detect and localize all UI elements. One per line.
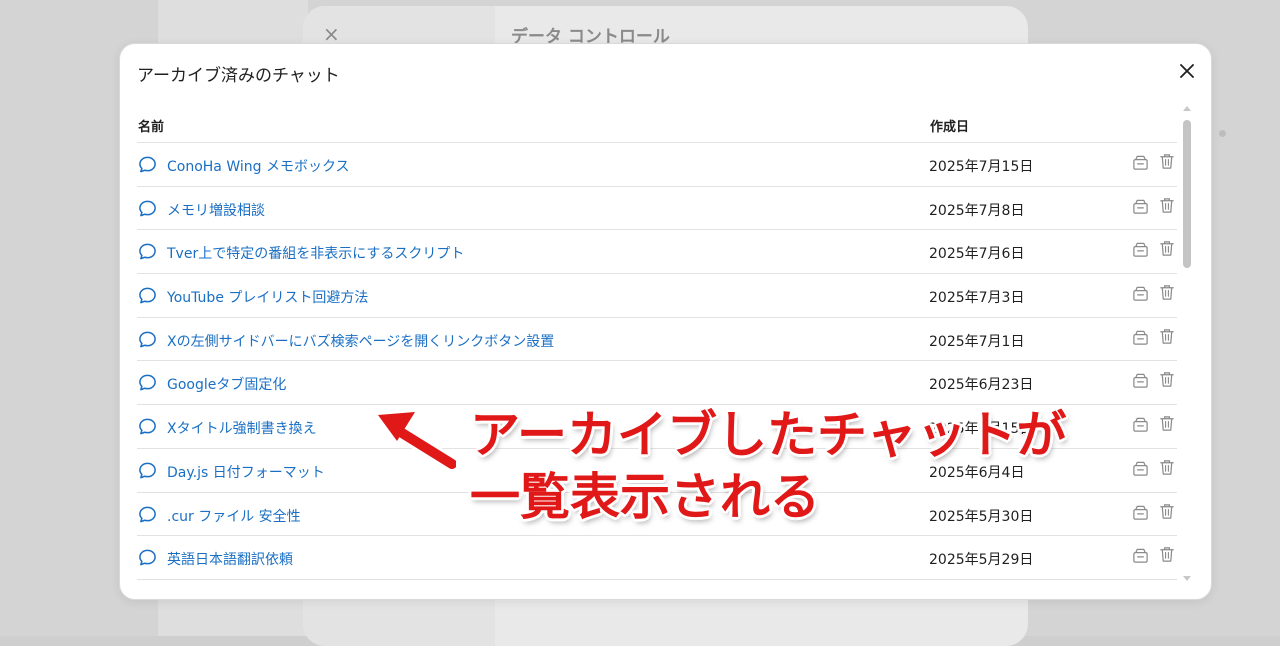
unarchive-icon[interactable] xyxy=(1132,329,1149,346)
chat-bubble-icon xyxy=(139,418,156,435)
table-row[interactable]: メモリ増設相談 2025年7月8日 xyxy=(137,187,1177,231)
chat-title-link[interactable]: メモリ増設相談 xyxy=(167,200,265,220)
chat-title-link[interactable]: YouTube プレイリスト回避方法 xyxy=(167,287,368,307)
chat-bubble-icon xyxy=(139,462,156,479)
chat-date: 2025年7月15日 xyxy=(929,159,1034,175)
chat-title-link[interactable]: ConoHa Wing メモボックス xyxy=(167,156,350,176)
column-header-date: 作成日 xyxy=(930,120,970,135)
chat-title-link[interactable]: 英語日本語翻訳依頼 xyxy=(167,549,293,569)
chat-date: 2025年7月6日 xyxy=(929,246,1025,263)
trash-icon[interactable] xyxy=(1159,153,1175,170)
scroll-down-arrow-icon[interactable] xyxy=(1183,576,1191,581)
trash-icon[interactable] xyxy=(1159,503,1175,520)
table-row[interactable]: 英語日本語翻訳依頼 2025年5月29日 xyxy=(137,536,1177,580)
chat-date: 2025年7月1日 xyxy=(929,333,1025,350)
chat-bubble-icon xyxy=(139,506,156,522)
scroll-up-arrow-icon[interactable] xyxy=(1183,106,1191,111)
trash-icon[interactable] xyxy=(1159,284,1175,301)
column-header-name: 名前 xyxy=(138,120,165,135)
trash-icon[interactable] xyxy=(1159,546,1175,563)
trash-icon[interactable] xyxy=(1159,328,1175,345)
trash-icon[interactable] xyxy=(1159,459,1175,476)
chat-bubble-icon xyxy=(139,243,156,260)
chat-title-link[interactable]: Day.js 日付フォーマット xyxy=(167,462,325,482)
chat-title-link[interactable]: Googleタブ固定化 xyxy=(167,374,286,394)
unarchive-icon[interactable] xyxy=(1132,372,1149,389)
table-row[interactable]: ConoHa Wing メモボックス 2025年7月15日 xyxy=(137,143,1177,187)
unarchive-icon[interactable] xyxy=(1132,547,1149,564)
chat-bubble-icon xyxy=(139,200,156,217)
chat-bubble-icon xyxy=(139,287,156,304)
chat-title-link[interactable]: Xの左側サイドバーにバズ検索ページを開くリンクボタン設置 xyxy=(167,331,554,351)
dialog-title: アーカイブ済みのチャット xyxy=(137,66,340,86)
unarchive-icon[interactable] xyxy=(1132,504,1149,521)
annotation-text: アーカイブしたチャットが 一覧表示される xyxy=(470,404,1090,528)
chat-title-link[interactable]: Xタイトル強制書き換え xyxy=(167,418,317,438)
trash-icon[interactable] xyxy=(1159,197,1175,214)
annotation-arrow-icon xyxy=(373,407,456,470)
chat-bubble-icon xyxy=(139,549,156,566)
table-header: 名前 作成日 xyxy=(137,104,1177,143)
scrollbar[interactable] xyxy=(1182,106,1192,581)
unarchive-icon[interactable] xyxy=(1132,285,1149,302)
close-icon xyxy=(1180,64,1194,78)
chat-bubble-icon xyxy=(139,375,156,391)
trash-icon[interactable] xyxy=(1159,371,1175,388)
chat-title-link[interactable]: .cur ファイル 安全性 xyxy=(167,506,301,526)
chat-date: 2025年7月3日 xyxy=(929,290,1025,307)
table-row[interactable]: Googleタブ固定化 2025年6月23日 xyxy=(137,361,1177,406)
close-button[interactable] xyxy=(1176,60,1198,82)
table-row[interactable]: Xの左側サイドバーにバズ検索ページを開くリンクボタン設置 2025年7月1日 xyxy=(137,318,1177,362)
chat-bubble-icon xyxy=(139,331,156,348)
unarchive-icon[interactable] xyxy=(1132,154,1149,171)
unarchive-icon[interactable] xyxy=(1132,241,1149,258)
chat-date: 2025年6月23日 xyxy=(929,377,1034,394)
annotation-line-2: 一覧表示される xyxy=(470,468,820,526)
chat-date: 2025年7月8日 xyxy=(929,202,1025,219)
background-dot xyxy=(1219,130,1226,137)
unarchive-icon[interactable] xyxy=(1132,198,1149,215)
trash-icon[interactable] xyxy=(1159,240,1175,257)
table-row[interactable]: Tver上で特定の番組を非表示にするスクリプト 2025年7月6日 xyxy=(137,230,1177,275)
unarchive-icon[interactable] xyxy=(1132,416,1149,433)
table-row[interactable]: YouTube プレイリスト回避方法 2025年7月3日 xyxy=(137,274,1177,318)
unarchive-icon[interactable] xyxy=(1132,460,1149,477)
trash-icon[interactable] xyxy=(1159,415,1175,432)
scrollbar-thumb[interactable] xyxy=(1183,120,1191,268)
chat-title-link[interactable]: Tver上で特定の番組を非表示にするスクリプト xyxy=(167,243,464,263)
chat-date: 2025年5月29日 xyxy=(929,552,1034,569)
chat-bubble-icon xyxy=(139,156,156,173)
annotation-line-1: アーカイブしたチャットが xyxy=(470,406,1067,464)
